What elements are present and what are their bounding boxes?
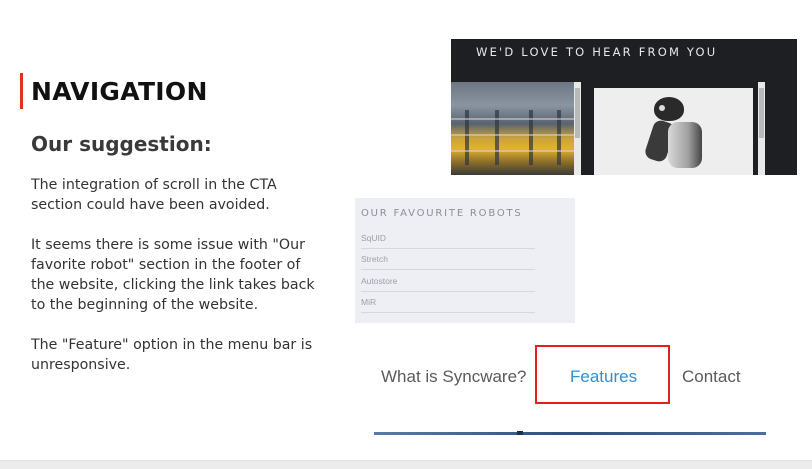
accent-bar (20, 73, 23, 109)
robot-link-stretch[interactable]: Stretch (361, 249, 535, 270)
favourite-robots-screenshot: OUR FAVOURITE ROBOTS SqUID Stretch Autos… (355, 198, 575, 323)
scrollbar-thumb[interactable] (575, 88, 580, 138)
contact-cta-title: WE'D LOVE TO HEAR FROM YOU (476, 45, 718, 59)
menu-bar-screenshot: What is Syncware? Features Contact (372, 345, 768, 440)
menu-item-what-is-syncware[interactable]: What is Syncware? (381, 367, 527, 387)
robot-link-mir[interactable]: MiR (361, 292, 535, 313)
suggestion-paragraph-feature: The "Feature" option in the menu bar is … (31, 337, 313, 373)
contact-cta-screenshot: WE'D LOVE TO HEAR FROM YOU (451, 39, 797, 175)
suggestion-heading: Our suggestion: (31, 132, 212, 156)
robot-link-autostore[interactable]: Autostore (361, 271, 535, 292)
suggestion-paragraph-scroll: The integration of scroll in the CTA sec… (31, 177, 277, 213)
menu-bottom-bar (374, 431, 766, 435)
cta-scrollbar-left[interactable] (574, 82, 581, 175)
robot-image (594, 88, 753, 175)
features-highlight-box (535, 345, 670, 404)
suggestion-paragraph-footer: It seems there is some issue with "Our f… (31, 237, 315, 313)
scrollbar-thumb[interactable] (759, 88, 764, 138)
heading-group: NAVIGATION (20, 73, 208, 109)
favourite-robots-title: OUR FAVOURITE ROBOTS (361, 208, 523, 219)
cta-scrollbar-right[interactable] (758, 82, 765, 175)
page-title: NAVIGATION (31, 76, 208, 106)
warehouse-image (451, 82, 574, 175)
robot-link-squid[interactable]: SqUID (361, 228, 535, 249)
menu-item-contact[interactable]: Contact (682, 367, 741, 387)
